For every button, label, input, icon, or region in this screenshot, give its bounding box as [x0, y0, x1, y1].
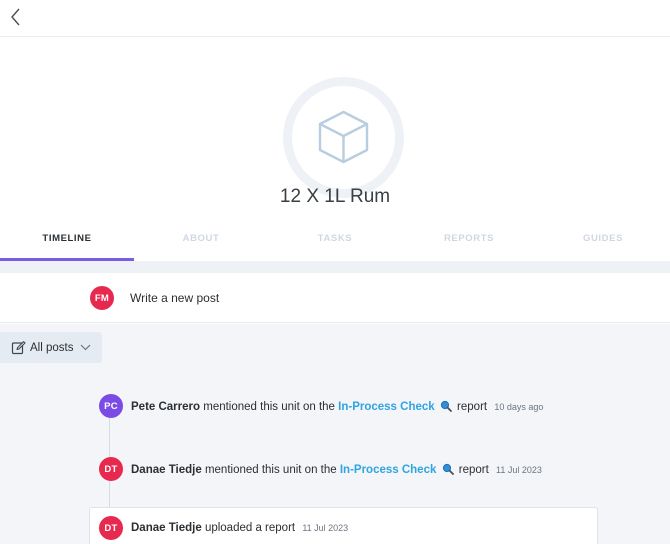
- report-link[interactable]: In-Process Check: [338, 401, 435, 413]
- top-bar: [0, 0, 670, 37]
- chevron-down-icon: [81, 344, 91, 351]
- tab-reports[interactable]: REPORTS: [402, 223, 536, 261]
- tab-guides[interactable]: GUIDES: [536, 223, 670, 261]
- avatar: PC: [99, 394, 123, 418]
- avatar: FM: [90, 286, 114, 310]
- avatar: DT: [99, 457, 123, 481]
- new-post-input[interactable]: Write a new post: [130, 291, 219, 305]
- section-divider: [0, 261, 670, 273]
- timestamp: 11 Jul 2023: [302, 523, 349, 533]
- timestamp: 11 Jul 2023: [496, 465, 542, 475]
- user-name[interactable]: Danae Tiedje: [131, 522, 202, 534]
- timestamp: 10 days ago: [494, 402, 544, 412]
- chevron-left-icon: [11, 8, 20, 26]
- tab-bar: TIMELINE ABOUT TASKS REPORTS GUIDES: [0, 223, 670, 261]
- tab-tasks[interactable]: TASKS: [268, 223, 402, 261]
- timeline-card[interactable]: DT Danae Tiedje uploaded a report 11 Jul…: [89, 507, 598, 544]
- entry-text: Danae Tiedje mentioned this unit on the …: [131, 463, 542, 476]
- search-icon: [442, 463, 454, 475]
- posts-filter-dropdown[interactable]: All posts: [0, 332, 102, 363]
- timeline-entry: PC Pete Carrero mentioned this unit on t…: [99, 394, 659, 420]
- avatar: DT: [99, 516, 123, 540]
- report-link[interactable]: In-Process Check: [340, 464, 437, 476]
- entry-text: Pete Carrero mentioned this unit on the …: [131, 400, 544, 413]
- entry-text: Danae Tiedje uploaded a report 11 Jul 20…: [131, 522, 349, 534]
- user-name[interactable]: Danae Tiedje: [131, 464, 202, 476]
- user-name[interactable]: Pete Carrero: [131, 401, 200, 413]
- unit-title: 12 X 1L Rum: [279, 186, 391, 207]
- edit-icon: [11, 341, 26, 355]
- tab-about[interactable]: ABOUT: [134, 223, 268, 261]
- cube-icon: [318, 110, 369, 164]
- unit-image: [283, 77, 404, 198]
- timeline-entry: DT Danae Tiedje mentioned this unit on t…: [99, 457, 659, 483]
- timeline-feed: All posts PC Pete Carrero mentioned this…: [0, 324, 670, 544]
- back-button[interactable]: [6, 4, 26, 30]
- tab-timeline[interactable]: TIMELINE: [0, 223, 134, 261]
- compose-post[interactable]: FM Write a new post: [0, 273, 670, 323]
- search-icon: [440, 400, 452, 412]
- timeline-entry: DT Danae Tiedje uploaded a report 11 Jul…: [99, 516, 659, 542]
- filter-label: All posts: [30, 341, 74, 354]
